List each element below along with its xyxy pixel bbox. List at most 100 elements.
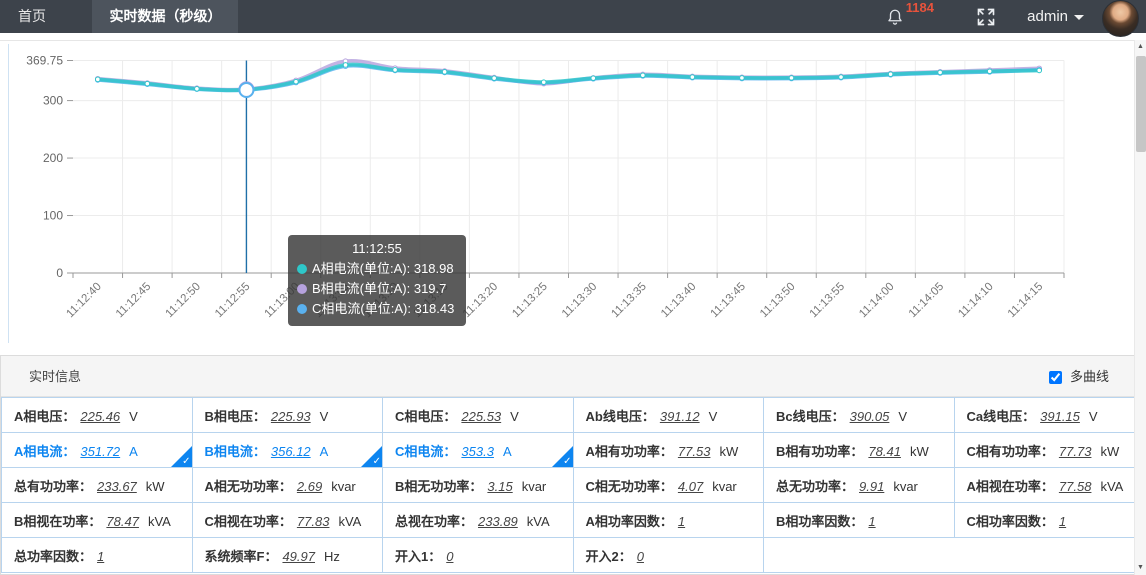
- metric-unit: kW: [910, 444, 929, 459]
- metric-cell[interactable]: Bc线电压：390.05V: [764, 398, 955, 433]
- svg-text:11:13:10: 11:13:10: [362, 281, 402, 321]
- metric-value-link[interactable]: 49.97: [282, 549, 315, 564]
- page-scrollbar[interactable]: ▲ ▼: [1134, 40, 1146, 575]
- tab-realtime-data[interactable]: 实时数据（秒级）: [92, 0, 238, 33]
- metric-value-link[interactable]: 77.83: [297, 514, 330, 529]
- metric-value-link[interactable]: 1: [97, 549, 104, 564]
- realtime-info-panel: 实时信息 多曲线 A相电压：225.46VB相电压：225.93VC相电压：22…: [0, 355, 1146, 575]
- metric-unit: kVA: [527, 514, 550, 529]
- multi-curve-checkbox[interactable]: [1049, 371, 1062, 384]
- realtime-current-line-chart[interactable]: 0100200300369.7511:12:4011:12:4511:12:50…: [0, 40, 1146, 345]
- metric-value-link[interactable]: 2.69: [297, 479, 322, 494]
- metric-label: C相视在功率：: [205, 514, 292, 529]
- metric-unit: kvar: [522, 479, 547, 494]
- metric-cell[interactable]: C相视在功率：77.83kVA: [192, 503, 383, 538]
- metric-value-link[interactable]: 390.05: [850, 409, 890, 424]
- metric-value-link[interactable]: 225.53: [461, 409, 501, 424]
- metric-value-link[interactable]: 233.89: [478, 514, 518, 529]
- metric-cell[interactable]: C相电压：225.53V: [383, 398, 574, 433]
- metric-label: B相视在功率：: [14, 514, 101, 529]
- metric-cell[interactable]: B相有功功率：78.41kW: [764, 433, 955, 468]
- metric-label: C相有功功率：: [967, 444, 1054, 459]
- fullscreen-button[interactable]: [976, 0, 1000, 33]
- metric-cell[interactable]: B相功率因数： 1: [764, 503, 955, 538]
- metric-value-link[interactable]: 78.41: [868, 444, 901, 459]
- metric-label: B相电压：: [205, 409, 266, 424]
- metric-cell[interactable]: 系统频率F：49.97Hz: [192, 538, 383, 573]
- metric-value-link[interactable]: 3.15: [487, 479, 512, 494]
- multi-curve-toggle[interactable]: 多曲线: [1049, 356, 1109, 397]
- svg-text:11:12:55: 11:12:55: [213, 281, 253, 321]
- scrollbar-down-arrow[interactable]: ▼: [1135, 561, 1146, 575]
- svg-text:11:14:00: 11:14:00: [857, 281, 897, 321]
- metric-cell[interactable]: 总功率因数： 1: [2, 538, 193, 573]
- table-row: 总功率因数：1系统频率F：49.97Hz开入1：0开入2：0: [2, 538, 1145, 573]
- metric-unit: V: [129, 409, 138, 424]
- metric-cell[interactable]: 开入2：0: [573, 538, 764, 573]
- metric-value-link[interactable]: 391.12: [660, 409, 700, 424]
- metric-cell[interactable]: C相有功功率：77.73kW: [954, 433, 1145, 468]
- metric-unit: kvar: [893, 479, 918, 494]
- svg-text:11:13:25: 11:13:25: [510, 281, 550, 321]
- metric-value-link[interactable]: 77.73: [1059, 444, 1092, 459]
- metric-value-link[interactable]: 356.12: [271, 444, 311, 459]
- tab-home[interactable]: 首页: [0, 0, 64, 33]
- svg-text:11:13:00: 11:13:00: [263, 281, 303, 321]
- scrollbar-up-arrow[interactable]: ▲: [1135, 40, 1146, 54]
- metric-unit: A: [320, 444, 329, 459]
- metric-cell[interactable]: C相电流：353.3A✓: [383, 433, 574, 468]
- metric-value-link[interactable]: 1: [868, 514, 875, 529]
- metric-cell[interactable]: B相无功功率：3.15kvar: [383, 468, 574, 503]
- metric-label: C相无功功率：: [586, 479, 673, 494]
- metric-cell[interactable]: C相功率因数：1: [954, 503, 1145, 538]
- metric-cell[interactable]: C相无功功率：4.07kvar: [573, 468, 764, 503]
- metric-unit: A: [503, 444, 512, 459]
- metric-value-link[interactable]: 9.91: [859, 479, 884, 494]
- notification-count-badge[interactable]: 1184: [906, 0, 934, 15]
- metric-value-link[interactable]: 353.3: [461, 444, 494, 459]
- notification-bell-button[interactable]: [886, 0, 908, 33]
- metric-value-link[interactable]: 391.15: [1040, 409, 1080, 424]
- metric-value-link[interactable]: 0: [637, 549, 644, 564]
- metric-unit: V: [709, 409, 718, 424]
- metric-cell[interactable]: B相视在功率：78.47kVA: [2, 503, 193, 538]
- metric-value-link[interactable]: 225.93: [271, 409, 311, 424]
- table-row: A相电流：351.72A✓B相电流：356.12A✓C相电流：353.3A✓A相…: [2, 433, 1145, 468]
- metric-value-link[interactable]: 0: [446, 549, 453, 564]
- metric-label: B相功率因数：: [776, 514, 863, 529]
- metric-value-link[interactable]: 225.46: [80, 409, 120, 424]
- metric-label: 系统频率F：: [205, 549, 278, 564]
- metric-value-link[interactable]: 351.72: [80, 444, 120, 459]
- metric-cell[interactable]: A相视在功率：77.58kVA: [954, 468, 1145, 503]
- svg-text:11:13:20: 11:13:20: [461, 281, 501, 321]
- metric-cell[interactable]: Ca线电压：391.15V: [954, 398, 1145, 433]
- empty-cell: [764, 538, 1145, 573]
- metric-value-link[interactable]: 1: [1059, 514, 1066, 529]
- metric-cell[interactable]: A相电压：225.46V: [2, 398, 193, 433]
- scrollbar-thumb[interactable]: [1136, 56, 1146, 152]
- metric-value-link[interactable]: 233.67: [97, 479, 137, 494]
- metric-cell[interactable]: A相电流：351.72A✓: [2, 433, 193, 468]
- svg-text:11:12:40: 11:12:40: [64, 281, 104, 321]
- metric-value-link[interactable]: 77.53: [678, 444, 711, 459]
- user-menu[interactable]: admin: [1027, 0, 1084, 33]
- metric-cell[interactable]: B相电压：225.93V: [192, 398, 383, 433]
- metric-value-link[interactable]: 77.58: [1059, 479, 1092, 494]
- metric-cell[interactable]: B相电流：356.12A✓: [192, 433, 383, 468]
- svg-text:100: 100: [43, 209, 63, 223]
- realtime-metrics-table: A相电压：225.46VB相电压：225.93VC相电压：225.53VAb线电…: [1, 397, 1145, 573]
- metric-cell[interactable]: A相无功功率：2.69kvar: [192, 468, 383, 503]
- metric-label: 总功率因数：: [14, 549, 92, 564]
- metric-cell[interactable]: Ab线电压：391.12V: [573, 398, 764, 433]
- metric-cell[interactable]: A相有功功率：77.53kW: [573, 433, 764, 468]
- metric-value-link[interactable]: 1: [678, 514, 685, 529]
- metric-cell[interactable]: 总视在功率：233.89kVA: [383, 503, 574, 538]
- avatar[interactable]: [1102, 0, 1139, 37]
- metric-value-link[interactable]: 78.47: [106, 514, 139, 529]
- metric-cell[interactable]: 总有功功率：233.67kW: [2, 468, 193, 503]
- metric-value-link[interactable]: 4.07: [678, 479, 703, 494]
- metric-unit: V: [510, 409, 519, 424]
- metric-cell[interactable]: 开入1：0: [383, 538, 574, 573]
- metric-cell[interactable]: 总无功功率：9.91kvar: [764, 468, 955, 503]
- metric-cell[interactable]: A相功率因数：1: [573, 503, 764, 538]
